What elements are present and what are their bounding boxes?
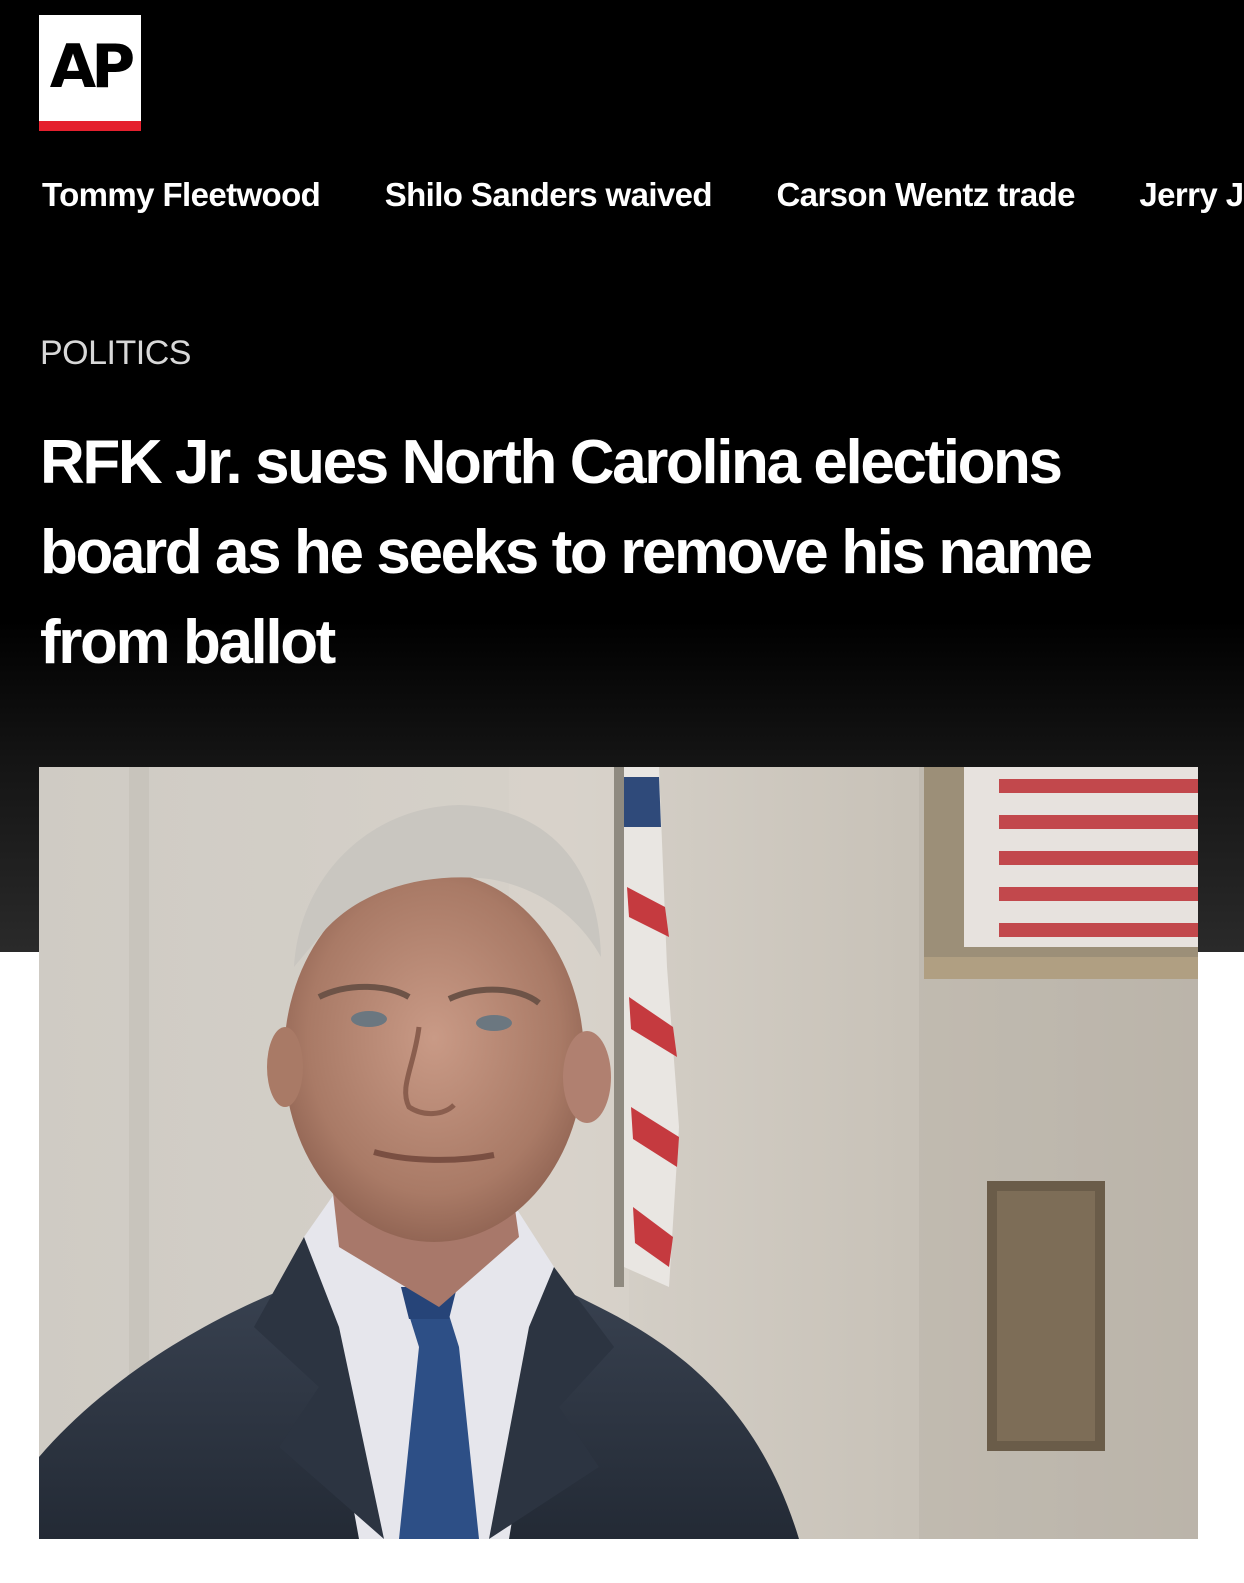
ap-logo[interactable]: AP bbox=[39, 15, 141, 131]
lead-photo-illustration bbox=[39, 767, 1198, 1539]
ap-logo-box: AP bbox=[39, 15, 141, 121]
ap-logo-text: AP bbox=[49, 32, 135, 102]
ap-logo-red-bar bbox=[39, 121, 141, 131]
trending-topics-nav: Tommy Fleetwood Shilo Sanders waived Car… bbox=[42, 170, 1244, 220]
trending-link-jerry-jones[interactable]: Jerry Jones bbox=[1139, 170, 1244, 220]
trending-link-carson-wentz[interactable]: Carson Wentz trade bbox=[776, 170, 1075, 220]
trending-link-shilo-sanders[interactable]: Shilo Sanders waived bbox=[385, 170, 713, 220]
section-label[interactable]: POLITICS bbox=[40, 332, 191, 374]
article-headline: RFK Jr. sues North Carolina elections bo… bbox=[40, 428, 1093, 677]
lead-photo[interactable] bbox=[39, 767, 1198, 1539]
trending-link-tommy-fleetwood[interactable]: Tommy Fleetwood bbox=[42, 170, 321, 220]
